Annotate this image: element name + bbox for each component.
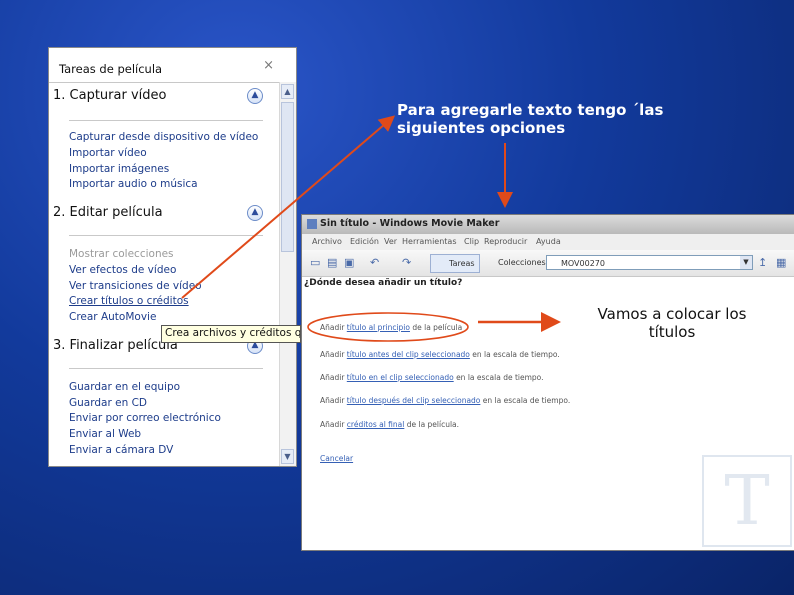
task-view-video-transitions[interactable]: Ver transiciones de vídeo xyxy=(69,280,202,292)
task-import-images[interactable]: Importar imágenes xyxy=(69,163,169,175)
option-title-after-clip: Añadir título después del clip seleccion… xyxy=(320,396,570,405)
save-icon[interactable]: ▣ xyxy=(344,256,354,269)
option-title-on-clip: Añadir título en el clip seleccionado en… xyxy=(320,373,544,382)
collections-button[interactable]: Colecciones xyxy=(482,254,546,271)
cancel-link[interactable]: Cancelar xyxy=(320,454,353,463)
section-divider xyxy=(69,120,263,121)
option-suffix: en la escala de tiempo. xyxy=(480,396,571,405)
tasks-button[interactable]: Tareas xyxy=(430,254,480,273)
app-icon xyxy=(307,219,317,229)
option-credits-at-end: Añadir créditos al final de la película. xyxy=(320,420,459,429)
scroll-down-icon[interactable]: ▼ xyxy=(281,449,294,464)
collapse-edit-icon[interactable]: ▲ xyxy=(247,205,263,221)
option-prefix: Añadir xyxy=(320,323,347,332)
menu-view[interactable]: Ver xyxy=(384,237,397,246)
movie-maker-window: Sin título - Windows Movie Maker Archivo… xyxy=(301,214,794,551)
task-import-audio[interactable]: Importar audio o música xyxy=(69,178,198,190)
title-beginning-link[interactable]: título al principio xyxy=(347,323,410,332)
tooltip: Crea archivos y créditos que xyxy=(161,325,301,343)
task-capture-from-device[interactable]: Capturar desde dispositivo de vídeo xyxy=(69,131,258,143)
undo-icon[interactable]: ↶ xyxy=(370,256,379,269)
section-capture-title[interactable]: 1. Capturar vídeo xyxy=(53,88,166,103)
title-on-clip-link[interactable]: título en el clip seleccionado xyxy=(347,373,454,382)
menu-help[interactable]: Ayuda xyxy=(536,237,561,246)
task-send-dv-camera[interactable]: Enviar a cámara DV xyxy=(69,444,173,456)
pane-header: Tareas de película × xyxy=(49,48,280,83)
task-make-automovie[interactable]: Crear AutoMovie xyxy=(69,311,156,323)
task-send-email[interactable]: Enviar por correo electrónico xyxy=(69,412,221,424)
scroll-thumb[interactable] xyxy=(281,102,294,252)
option-suffix: de la película. xyxy=(404,420,460,429)
annotation-titles-note: Vamos a colocar los títulos xyxy=(597,305,747,341)
title-location-heading: ¿Dónde desea añadir un título? xyxy=(304,278,463,288)
option-prefix: Añadir xyxy=(320,350,347,359)
option-prefix: Añadir xyxy=(320,396,347,405)
open-icon[interactable]: ▤ xyxy=(327,256,337,269)
window-title: Sin título - Windows Movie Maker xyxy=(320,218,500,229)
task-save-to-cd[interactable]: Guardar en CD xyxy=(69,397,147,409)
section-finish-title[interactable]: 3. Finalizar película xyxy=(53,338,178,353)
option-suffix: de la película xyxy=(409,323,463,332)
task-show-collections: Mostrar colecciones xyxy=(69,248,174,260)
title-watermark-icon: T xyxy=(702,455,792,547)
credits-at-end-link[interactable]: créditos al final xyxy=(347,420,405,429)
menu-play[interactable]: Reproducir xyxy=(484,237,527,246)
pane-title: Tareas de película xyxy=(59,62,163,76)
up-folder-icon[interactable]: ↥ xyxy=(758,256,767,269)
option-prefix: Añadir xyxy=(320,373,347,382)
option-prefix: Añadir xyxy=(320,420,347,429)
section-divider xyxy=(69,235,263,236)
collapse-capture-icon[interactable]: ▲ xyxy=(247,88,263,104)
menu-clip[interactable]: Clip xyxy=(464,237,479,246)
collection-value: MOV00270 xyxy=(561,259,605,268)
task-view-video-effects[interactable]: Ver efectos de vídeo xyxy=(69,264,176,276)
task-save-to-computer[interactable]: Guardar en el equipo xyxy=(69,381,180,393)
annotation-options-note: Para agregarle texto tengo ´las siguient… xyxy=(397,101,664,137)
new-project-icon[interactable]: ▭ xyxy=(310,256,320,269)
movie-tasks-pane: Tareas de película × 1. Capturar vídeo ▲… xyxy=(48,47,297,467)
menu-bar: Archivo Edición Ver Herramientas Clip Re… xyxy=(302,234,794,250)
scroll-up-icon[interactable]: ▲ xyxy=(281,84,294,99)
section-edit-title[interactable]: 2. Editar película xyxy=(53,205,163,220)
collection-select[interactable]: MOV00270 ▼ xyxy=(546,255,753,270)
menu-tools[interactable]: Herramientas xyxy=(402,237,457,246)
window-titlebar[interactable]: Sin título - Windows Movie Maker xyxy=(302,215,794,235)
task-make-titles-credits[interactable]: Crear títulos o créditos xyxy=(69,295,189,307)
option-suffix: en la escala de tiempo. xyxy=(453,373,544,382)
task-send-web[interactable]: Enviar al Web xyxy=(69,428,141,440)
title-before-clip-link[interactable]: título antes del clip seleccionado xyxy=(347,350,470,359)
menu-edit[interactable]: Edición xyxy=(350,237,379,246)
chevron-down-icon[interactable]: ▼ xyxy=(740,256,752,269)
close-icon[interactable]: × xyxy=(263,58,274,73)
title-after-clip-link[interactable]: título después del clip seleccionado xyxy=(347,396,481,405)
views-icon[interactable]: ▦ xyxy=(776,256,786,269)
toolbar: ▭ ▤ ▣ ↶ ↷ Tareas Colecciones MOV00270 ▼ … xyxy=(302,250,794,277)
option-title-before-clip: Añadir título antes del clip seleccionad… xyxy=(320,350,560,359)
task-import-video[interactable]: Importar vídeo xyxy=(69,147,147,159)
redo-icon[interactable]: ↷ xyxy=(402,256,411,269)
option-title-at-beginning: Añadir título al principio de la películ… xyxy=(320,323,462,332)
pane-scrollbar[interactable]: ▲ ▼ xyxy=(279,82,296,466)
section-divider xyxy=(69,368,263,369)
option-suffix: en la escala de tiempo. xyxy=(469,350,560,359)
menu-file[interactable]: Archivo xyxy=(312,237,342,246)
